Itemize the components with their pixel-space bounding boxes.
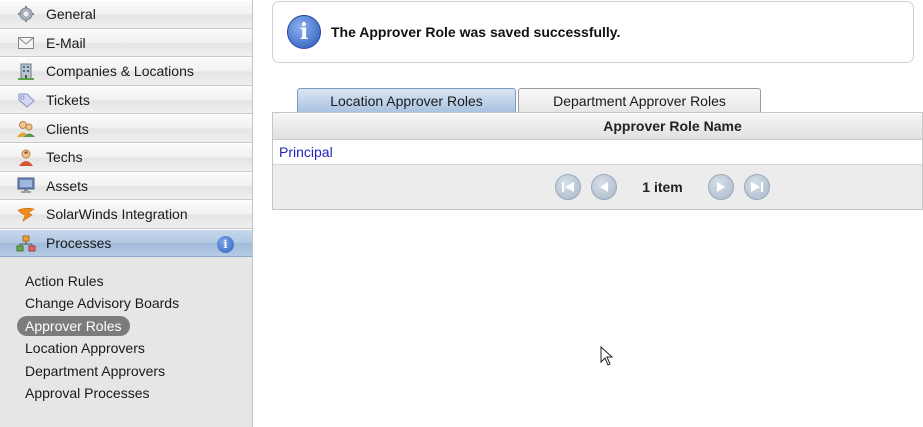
sidebar-item-label: Clients — [46, 120, 89, 137]
tab-department-approver-roles[interactable]: Department Approver Roles — [518, 88, 761, 112]
next-page-button[interactable] — [707, 174, 734, 200]
column-header-approver-role-name[interactable]: Approver Role Name — [273, 113, 922, 140]
subnav-item-change-advisory-boards[interactable]: Change Advisory Boards — [0, 292, 252, 315]
subnav-item-label: Approver Roles — [17, 315, 130, 336]
next-page-icon — [716, 182, 725, 192]
sidebar-item-clients[interactable]: Clients — [0, 114, 252, 143]
subnav-item-label: Department Approvers — [25, 362, 166, 379]
sidebar-item-techs[interactable]: Techs — [0, 142, 252, 172]
sidebar-item-solarwinds-integration[interactable]: SolarWinds Integration — [0, 200, 252, 229]
subnav-item-label: Action Rules — [25, 272, 104, 289]
subnav-item-action-rules[interactable]: Action Rules — [0, 269, 252, 292]
mouse-cursor-icon — [600, 345, 614, 369]
info-icon[interactable]: i — [217, 235, 234, 253]
tag-icon — [16, 90, 36, 110]
subnav-item-location-approvers[interactable]: Location Approvers — [0, 337, 252, 360]
sidebar-item-processes[interactable]: Processes i — [0, 228, 252, 258]
clients-icon — [16, 119, 36, 139]
subnav-item-label: Change Advisory Boards — [25, 295, 180, 312]
sidebar-item-general[interactable]: General — [0, 0, 252, 29]
first-page-icon — [562, 182, 575, 192]
first-page-button[interactable] — [555, 174, 582, 200]
sidebar-item-email[interactable]: E-Mail — [0, 28, 252, 58]
processes-icon — [16, 233, 36, 253]
sidebar-item-label: General — [46, 6, 96, 23]
tech-user-icon — [16, 147, 36, 167]
gear-icon — [16, 4, 36, 24]
pager-item-count: 1 item — [642, 179, 683, 195]
table-row[interactable]: Principal — [273, 140, 922, 165]
sidebar: General E-Mail Companies & Locations Tic… — [0, 0, 253, 427]
approver-roles-grid: Approver Role Name Principal 1 item — [272, 112, 923, 210]
approver-role-link[interactable]: Principal — [279, 144, 333, 160]
previous-page-button[interactable] — [591, 174, 618, 200]
approver-role-tabs: Location Approver Roles Department Appro… — [297, 88, 763, 112]
sidebar-item-label: Tickets — [46, 92, 90, 109]
success-notice: i The Approver Role was saved successful… — [272, 1, 914, 63]
previous-page-icon — [600, 182, 609, 192]
monitor-icon — [16, 176, 36, 196]
sidebar-item-label: Processes — [46, 235, 112, 252]
last-page-button[interactable] — [743, 174, 770, 200]
sidebar-item-assets[interactable]: Assets — [0, 171, 252, 201]
sidebar-item-label: Companies & Locations — [46, 63, 194, 80]
sidebar-item-label: Techs — [46, 149, 83, 166]
pager: 1 item — [273, 165, 922, 209]
last-page-icon — [750, 182, 763, 192]
subnav-item-label: Location Approvers — [25, 340, 145, 357]
subnav-item-approver-roles[interactable]: Approver Roles — [0, 314, 252, 337]
subnav-item-approval-processes[interactable]: Approval Processes — [0, 382, 252, 405]
notice-message: The Approver Role was saved successfully… — [331, 24, 621, 40]
sidebar-item-label: Assets — [46, 177, 89, 194]
sidebar-item-tickets[interactable]: Tickets — [0, 85, 252, 115]
building-icon — [16, 61, 36, 81]
info-icon: i — [287, 15, 321, 49]
tab-location-approver-roles[interactable]: Location Approver Roles — [297, 88, 516, 112]
sidebar-item-label: SolarWinds Integration — [46, 206, 188, 223]
subnav-item-department-approvers[interactable]: Department Approvers — [0, 359, 252, 382]
sidebar-item-companies-locations[interactable]: Companies & Locations — [0, 57, 252, 86]
subnav-item-label: Approval Processes — [25, 385, 150, 402]
sidebar-item-label: E-Mail — [46, 34, 86, 51]
solarwinds-icon — [16, 204, 36, 224]
envelope-icon — [16, 33, 36, 53]
processes-subnav: Action Rules Change Advisory Boards Appr… — [0, 257, 252, 404]
